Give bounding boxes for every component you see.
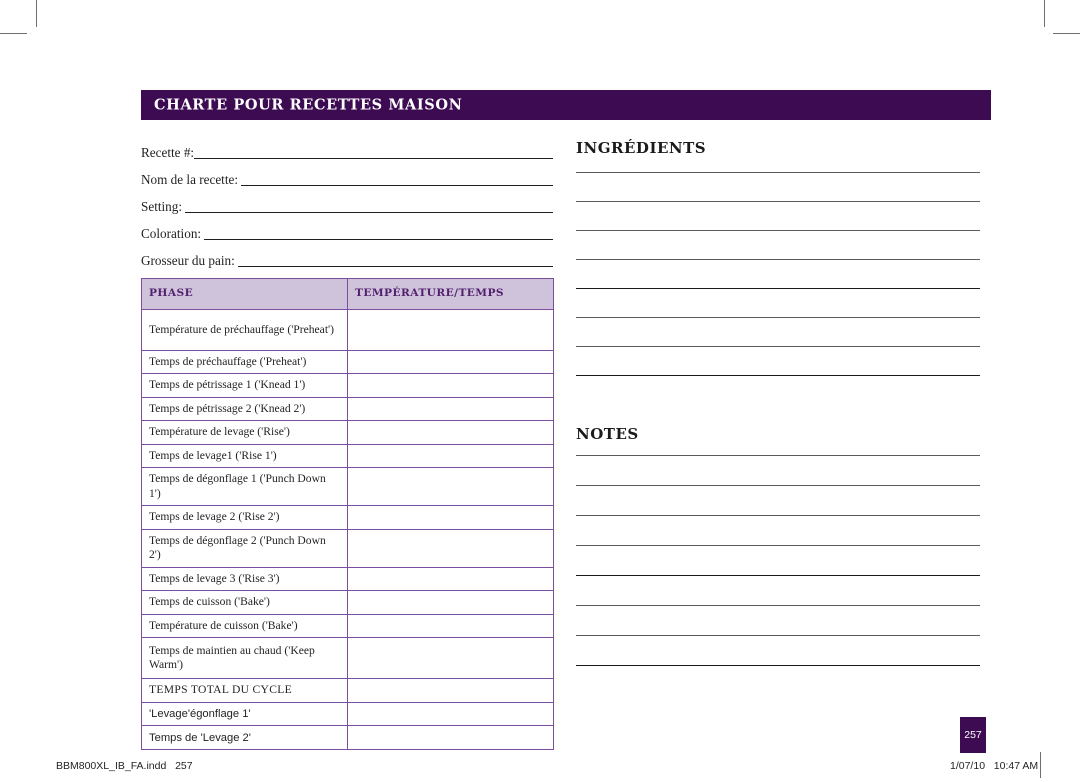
- form-row-grosseur-pain: Grosseur du pain:: [141, 242, 553, 269]
- notes-write-line[interactable]: [576, 635, 980, 636]
- recipe-form-fields: Recette #: Nom de la recette: Setting: C…: [141, 134, 553, 269]
- ingredients-write-lines: [576, 172, 980, 404]
- table-cell-phase: Température de préchauffage ('Preheat'): [141, 309, 348, 351]
- ingredients-write-line[interactable]: [576, 317, 980, 318]
- notes-write-line[interactable]: [576, 605, 980, 606]
- table-row: 'Levage'égonflage 1': [141, 701, 554, 727]
- notes-write-line[interactable]: [576, 545, 980, 546]
- form-write-line-setting[interactable]: [185, 211, 553, 213]
- page-sheet: CHARTE POUR RECETTES MAISON Recette #: N…: [0, 0, 1080, 782]
- table-cell-phase: Température de cuisson ('Bake'): [141, 613, 348, 639]
- table-cell-phase: Temps de levage1 ('Rise 1'): [141, 443, 348, 469]
- table-row: Température de levage ('Rise'): [141, 420, 554, 445]
- table-cell-phase: Temps de maintien au chaud ('Keep Warm'): [141, 637, 348, 680]
- table-cell-temperature-temps[interactable]: [347, 678, 554, 703]
- table-cell-temperature-temps[interactable]: [347, 443, 554, 469]
- form-label-grosseur-pain: Grosseur du pain:: [141, 252, 235, 268]
- table-cell-phase: Temps de 'Levage 2': [141, 725, 348, 750]
- table-cell-phase: Température de levage ('Rise'): [141, 420, 348, 445]
- table-header-temperature-temps: TEMPÉRATURE/TEMPS: [347, 278, 554, 310]
- table-cell-temperature-temps[interactable]: [347, 528, 554, 568]
- table-row: Temps de levage1 ('Rise 1'): [141, 443, 554, 469]
- table-row: Temps de levage 3 ('Rise 3'): [141, 566, 554, 592]
- table-row: Temps de maintien au chaud ('Keep Warm'): [141, 637, 554, 680]
- form-write-line-recette-number[interactable]: [194, 157, 553, 159]
- table-cell-temperature-temps[interactable]: [347, 349, 554, 375]
- form-label-nom-recette: Nom de la recette:: [141, 171, 239, 187]
- ingredients-write-line[interactable]: [576, 230, 980, 231]
- ingredients-write-line[interactable]: [576, 346, 980, 347]
- ingredients-write-line[interactable]: [576, 259, 980, 260]
- notes-write-line[interactable]: [576, 575, 980, 576]
- table-header-row: PHASE TEMPÉRATURE/TEMPS: [141, 278, 554, 310]
- table-cell-temperature-temps[interactable]: [347, 701, 554, 727]
- page-number-badge: 257: [960, 717, 986, 753]
- notes-write-line[interactable]: [576, 665, 980, 666]
- page-title-bar: CHARTE POUR RECETTES MAISON: [141, 90, 991, 120]
- table-cell-temperature-temps[interactable]: [347, 613, 554, 639]
- table-cell-phase: Temps de pétrissage 2 ('Knead 2'): [141, 396, 348, 422]
- page-title: CHARTE POUR RECETTES MAISON: [154, 96, 463, 114]
- table-cell-temperature-temps[interactable]: [347, 566, 554, 592]
- table-row: Température de préchauffage ('Preheat'): [141, 309, 554, 351]
- table-row: Temps de pétrissage 1 ('Knead 1'): [141, 373, 554, 398]
- notes-write-line[interactable]: [576, 515, 980, 516]
- notes-write-lines: [576, 455, 980, 695]
- form-row-coloration: Coloration:: [141, 215, 553, 242]
- table-cell-temperature-temps[interactable]: [347, 725, 554, 750]
- form-row-setting: Setting:: [141, 188, 553, 215]
- table-cell-temperature-temps[interactable]: [347, 637, 554, 680]
- phase-temperature-table: PHASE TEMPÉRATURE/TEMPS Température de p…: [141, 278, 554, 750]
- table-row: TEMPS TOTAL DU CYCLE: [141, 678, 554, 703]
- table-header-phase: PHASE: [141, 278, 348, 310]
- notes-write-line[interactable]: [576, 485, 980, 486]
- table-cell-phase: Temps de dégonflage 2 ('Punch Down 2'): [141, 528, 348, 568]
- table-cell-phase: 'Levage'égonflage 1': [141, 701, 348, 727]
- table-cell-temperature-temps[interactable]: [347, 309, 554, 351]
- table-row: Temps de pétrissage 2 ('Knead 2'): [141, 396, 554, 422]
- table-cell-phase: Temps de cuisson ('Bake'): [141, 590, 348, 615]
- notes-write-line[interactable]: [576, 455, 980, 456]
- form-write-line-nom-recette[interactable]: [241, 184, 553, 186]
- table-cell-temperature-temps[interactable]: [347, 590, 554, 615]
- table-row: Température de cuisson ('Bake'): [141, 613, 554, 639]
- form-label-setting: Setting:: [141, 198, 183, 214]
- table-cell-phase: Temps de pétrissage 1 ('Knead 1'): [141, 373, 348, 398]
- table-cell-temperature-temps[interactable]: [347, 420, 554, 445]
- footer-timestamp: 1/07/10 10:47 AM: [950, 760, 1039, 772]
- form-row-nom-recette: Nom de la recette:: [141, 161, 553, 188]
- form-label-recette-number: Recette #:: [141, 144, 195, 160]
- table-row: Temps de levage 2 ('Rise 2'): [141, 505, 554, 530]
- table-cell-phase: Temps de levage 3 ('Rise 3'): [141, 566, 348, 592]
- table-cell-temperature-temps[interactable]: [347, 505, 554, 530]
- table-cell-phase: Temps de levage 2 ('Rise 2'): [141, 505, 348, 530]
- ingredients-write-line[interactable]: [576, 288, 980, 289]
- form-label-coloration: Coloration:: [141, 225, 202, 241]
- form-row-recette-number: Recette #:: [141, 134, 553, 161]
- table-row: Temps de dégonflage 2 ('Punch Down 2'): [141, 528, 554, 568]
- footer-divider: [1040, 752, 1041, 778]
- table-cell-temperature-temps[interactable]: [347, 396, 554, 422]
- ingredients-write-line[interactable]: [576, 172, 980, 173]
- form-write-line-coloration[interactable]: [204, 238, 553, 240]
- table-row: Temps de dégonflage 1 ('Punch Down 1'): [141, 467, 554, 507]
- form-write-line-grosseur-pain[interactable]: [237, 265, 553, 267]
- table-body: Température de préchauffage ('Preheat') …: [141, 309, 554, 750]
- table-row: Temps de cuisson ('Bake'): [141, 590, 554, 615]
- table-cell-temperature-temps[interactable]: [347, 373, 554, 398]
- ingredients-heading: INGRÉDIENTS: [576, 139, 707, 157]
- notes-heading: NOTES: [576, 425, 639, 443]
- table-cell-phase: TEMPS TOTAL DU CYCLE: [141, 678, 348, 703]
- footer-file-name: BBM800XL_IB_FA.indd 257: [56, 760, 193, 772]
- table-cell-phase: Temps de préchauffage ('Preheat'): [141, 349, 348, 375]
- ingredients-write-line[interactable]: [576, 375, 980, 376]
- ingredients-write-line[interactable]: [576, 201, 980, 202]
- table-row: Temps de préchauffage ('Preheat'): [141, 349, 554, 375]
- table-cell-phase: Temps de dégonflage 1 ('Punch Down 1'): [141, 467, 348, 507]
- page-number: 257: [964, 729, 982, 741]
- table-cell-temperature-temps[interactable]: [347, 467, 554, 507]
- table-row: Temps de 'Levage 2': [141, 725, 554, 750]
